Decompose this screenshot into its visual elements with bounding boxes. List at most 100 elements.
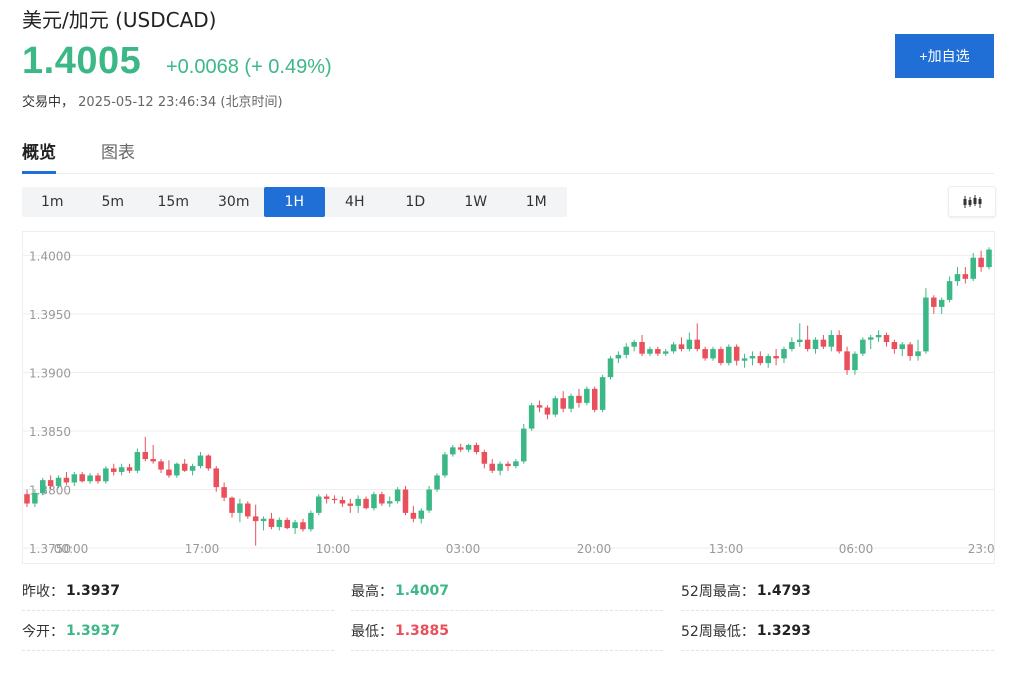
- candle: [245, 501, 251, 519]
- candle: [907, 342, 913, 361]
- stat-52w-low: 52周最低： 1.3293: [681, 612, 994, 651]
- candle: [749, 351, 756, 366]
- candle: [442, 452, 448, 478]
- candle-body: [552, 398, 559, 415]
- interval-4h[interactable]: 4H: [325, 187, 386, 217]
- candle: [40, 477, 46, 496]
- candle-body: [24, 494, 30, 504]
- candle-body: [355, 498, 361, 506]
- candlestick-chart: 1.40001.39501.39001.38501.38001.375000:0…: [23, 247, 994, 556]
- candle-body: [678, 344, 685, 350]
- candle-body: [899, 344, 906, 350]
- candle-body: [442, 454, 448, 476]
- trading-status-label: 交易中，: [22, 95, 75, 110]
- candle: [371, 491, 377, 511]
- candle: [363, 496, 369, 510]
- candle-body: [323, 496, 330, 499]
- candle-body: [749, 356, 756, 359]
- candle-body: [615, 354, 622, 359]
- tab-overview[interactable]: 概览: [22, 138, 56, 174]
- candle: [970, 253, 976, 282]
- candle: [315, 494, 322, 516]
- candle: [986, 247, 992, 270]
- candle-body: [418, 510, 425, 519]
- candle: [402, 485, 409, 516]
- candle: [118, 463, 125, 476]
- x-tick-label: 06:00: [839, 542, 874, 556]
- candle: [410, 505, 417, 523]
- candle-body: [789, 342, 795, 350]
- candle-body: [268, 518, 275, 527]
- interval-30m[interactable]: 30m: [204, 187, 265, 217]
- candle-body: [79, 474, 85, 482]
- candle-body: [315, 496, 322, 513]
- candle-body: [662, 351, 669, 354]
- interval-1d[interactable]: 1D: [385, 187, 446, 217]
- stat-open-label: 今开：: [22, 624, 64, 640]
- candle-body: [647, 349, 653, 354]
- candle-body: [371, 494, 377, 509]
- candle: [237, 498, 243, 523]
- candle-body: [741, 358, 748, 361]
- stat-high-label: 最高：: [351, 584, 393, 600]
- candle-body: [694, 339, 701, 350]
- interval-15m[interactable]: 15m: [143, 187, 204, 217]
- y-tick-label: 1.3900: [29, 366, 71, 380]
- candle-body: [260, 518, 267, 522]
- candle: [647, 346, 653, 357]
- candle: [623, 343, 630, 359]
- candle-body: [726, 346, 732, 364]
- candle-body: [40, 480, 46, 493]
- candle: [331, 495, 338, 504]
- candle-body: [954, 274, 961, 282]
- price-chart[interactable]: 1.4000 1.3950 1.3900 1.3850 1.3800 1.3750 00:0…: [22, 231, 995, 564]
- candle: [150, 445, 156, 464]
- candle-body: [87, 475, 93, 482]
- candle: [544, 405, 551, 420]
- candle: [205, 454, 212, 471]
- candle: [915, 339, 921, 361]
- candle: [386, 496, 393, 508]
- candle-body: [331, 498, 338, 501]
- tab-chart[interactable]: 图表: [101, 138, 135, 171]
- timezone: (北京时间): [220, 95, 283, 110]
- x-tick-label: 13:00: [709, 542, 744, 556]
- candle: [607, 356, 614, 380]
- stat-52w-low-value: 1.3293: [756, 623, 811, 639]
- stat-low-label: 最低：: [351, 624, 393, 640]
- candle: [142, 436, 149, 462]
- candle-body: [276, 519, 283, 527]
- tab-bar: 概览 图表: [22, 138, 994, 174]
- chart-type-button[interactable]: [948, 186, 996, 217]
- candle: [434, 473, 440, 492]
- interval-5m[interactable]: 5m: [83, 187, 144, 217]
- candle: [166, 460, 172, 478]
- candle: [339, 496, 346, 508]
- candle-body: [907, 344, 913, 357]
- candle: [292, 519, 298, 534]
- candle-body: [142, 452, 149, 460]
- add-to-watchlist-button[interactable]: +加自选: [895, 34, 994, 78]
- candle: [883, 332, 890, 347]
- candle-body: [875, 334, 882, 338]
- candle: [536, 400, 543, 413]
- stat-low: 最低： 1.3885: [351, 612, 663, 651]
- interval-1mo[interactable]: 1M: [506, 187, 567, 217]
- candle-body: [158, 461, 164, 470]
- candle-body: [631, 342, 637, 347]
- candle-body: [134, 452, 141, 471]
- candle-body: [450, 447, 456, 455]
- candle-body: [607, 358, 614, 378]
- interval-1m[interactable]: 1m: [22, 187, 83, 217]
- candle-body: [363, 498, 369, 509]
- candle: [568, 393, 574, 413]
- stat-high: 最高： 1.4007: [351, 572, 663, 611]
- interval-1w[interactable]: 1W: [446, 187, 507, 217]
- candle: [284, 517, 290, 530]
- candle-body: [923, 297, 929, 352]
- stat-prev-close: 昨收： 1.3937: [22, 572, 334, 611]
- interval-1h[interactable]: 1H: [264, 187, 325, 217]
- candle: [765, 353, 771, 368]
- instrument-title: 美元/加元 (USDCAD): [22, 8, 217, 32]
- candle: [946, 276, 953, 303]
